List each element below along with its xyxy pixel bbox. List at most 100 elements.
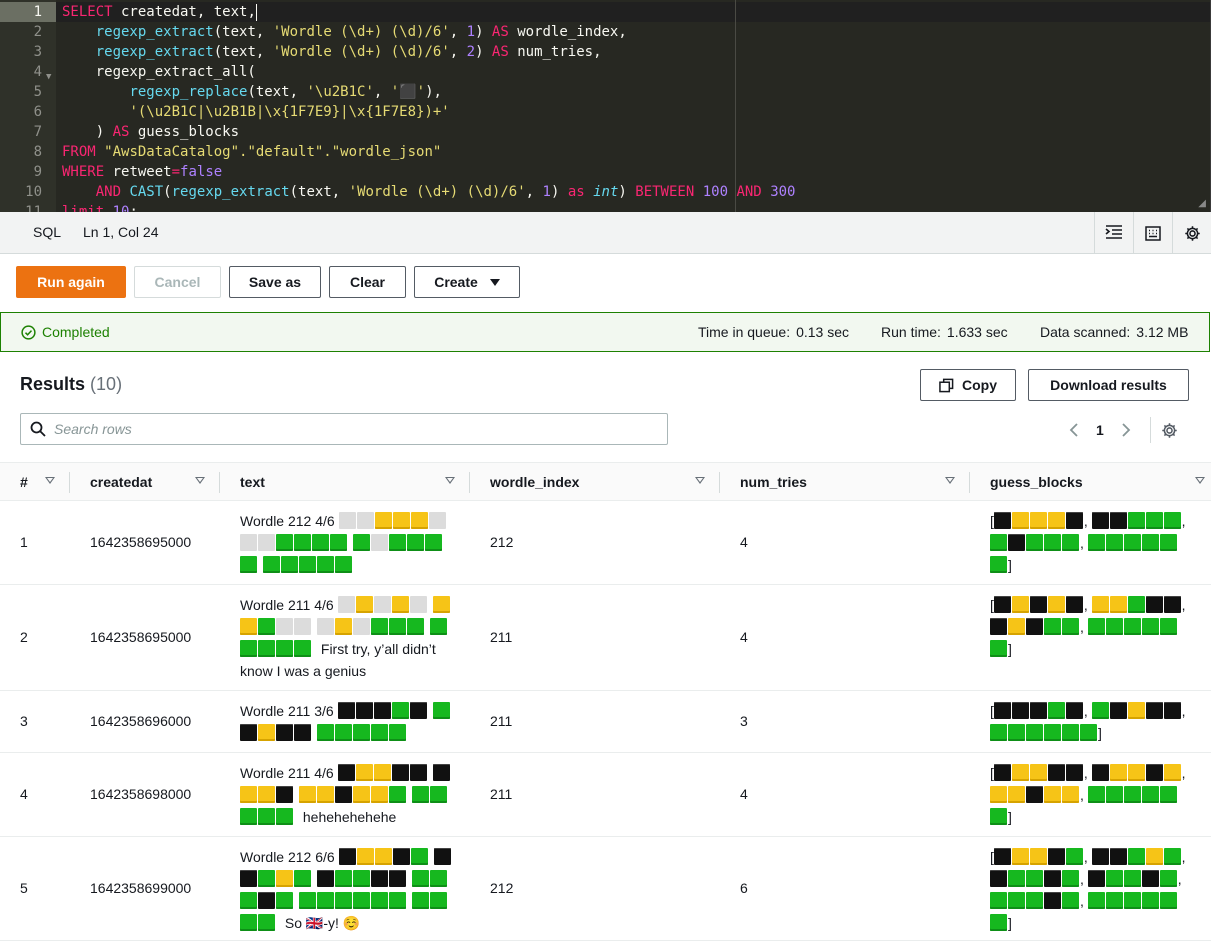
print-margin xyxy=(735,0,736,212)
clear-button[interactable]: Clear xyxy=(329,266,406,298)
column-divider[interactable] xyxy=(969,472,970,493)
current-page[interactable]: 1 xyxy=(1096,422,1104,438)
editor-code-area[interactable]: SELECT createdat, text, regexp_extract(t… xyxy=(56,0,1210,212)
wordle-square xyxy=(353,724,370,741)
wordle-square xyxy=(1062,892,1079,909)
wordle-square xyxy=(1159,786,1177,803)
column-header-text[interactable]: text xyxy=(240,463,265,502)
chevron-right-icon[interactable] xyxy=(1120,422,1132,438)
line-number: 4 ▼ xyxy=(0,62,56,82)
search-rows-field[interactable] xyxy=(20,413,668,445)
chevron-left-icon[interactable] xyxy=(1068,422,1080,438)
wordle-square xyxy=(990,618,1007,635)
cell-num_tries: 3 xyxy=(740,713,748,729)
cell-createdat: 1642358698000 xyxy=(90,786,192,802)
code-line[interactable]: regexp_replace(text, '\u2B1C', '⬛'), xyxy=(62,82,441,102)
resize-handle-icon[interactable]: ◢ xyxy=(1198,198,1206,209)
results-heading: Results (10) xyxy=(20,374,122,395)
wordle-square xyxy=(990,640,1007,657)
column-divider[interactable] xyxy=(469,472,470,493)
wordle-square xyxy=(1008,618,1025,635)
wordle-square xyxy=(317,618,334,635)
code-line[interactable]: FROM "AwsDataCatalog"."default"."wordle_… xyxy=(62,142,441,162)
wordle-square xyxy=(1145,702,1163,719)
cell-guess-blocks: [, , , ] xyxy=(990,596,1186,657)
sql-editor[interactable]: 1 2 3 4 ▼ 5 6 7 8 9 10 11 SELECT createdat, text, r… xyxy=(0,0,1211,212)
gear-icon[interactable] xyxy=(1161,422,1178,439)
wordle-square xyxy=(312,534,329,551)
code-line[interactable]: ) AS guess_blocks xyxy=(62,122,239,142)
table-row[interactable]: 4 1642358698000 211 4 Wordle 211 4/6 heheheh… xyxy=(0,753,1211,837)
table-row[interactable]: 1 1642358695000 212 4 Wordle 212 4/6 [, , , … xyxy=(0,501,1211,585)
wordle-square xyxy=(276,808,293,825)
save-as-button[interactable]: Save as xyxy=(229,266,321,298)
sort-icon[interactable] xyxy=(695,477,705,484)
search-input[interactable] xyxy=(54,421,644,437)
cancel-button[interactable]: Cancel xyxy=(134,266,221,298)
wordle-square xyxy=(425,534,442,551)
wordle-square xyxy=(353,786,370,803)
column-header-num-tries[interactable]: num_tries xyxy=(740,463,807,502)
wordle-square xyxy=(1127,512,1145,529)
code-line[interactable]: AND CAST(regexp_extract(text, 'Wordle (\… xyxy=(62,182,796,202)
data-scanned-value: 3.12 MB xyxy=(1136,324,1189,340)
code-line[interactable]: limit 10; xyxy=(62,202,138,212)
code-line[interactable]: SELECT createdat, text, xyxy=(56,2,1210,22)
editor-settings-button[interactable] xyxy=(1172,212,1211,254)
wordle-square xyxy=(294,534,311,551)
time-in-queue: Time in queue: 0.13 sec xyxy=(698,324,849,340)
wordle-square xyxy=(990,870,1007,887)
tweet-text: Wordle 212 4/6 xyxy=(240,513,339,529)
sort-icon[interactable] xyxy=(1195,477,1205,484)
code-line[interactable]: regexp_extract(text, 'Wordle (\d+) (\d)/… xyxy=(62,42,602,62)
gear-icon xyxy=(1184,225,1200,241)
code-line[interactable]: regexp_extract(text, 'Wordle (\d+) (\d)/… xyxy=(62,22,627,42)
cell-wordle_index: 212 xyxy=(490,880,514,896)
table-row[interactable]: 5 1642358699000 212 6 Wordle 212 6/6 So 🇬🇧-y… xyxy=(0,837,1211,941)
wordle-square xyxy=(373,764,391,781)
wordle-square xyxy=(1145,764,1163,781)
column-divider[interactable] xyxy=(219,472,220,493)
wordle-square xyxy=(337,702,355,719)
code-line[interactable]: WHERE retweet=false xyxy=(62,162,222,182)
keyboard-shortcuts-button[interactable] xyxy=(1133,212,1172,254)
column-header-guess-blocks[interactable]: guess_blocks xyxy=(990,463,1083,502)
column-divider[interactable] xyxy=(69,472,70,493)
copy-button[interactable]: Copy xyxy=(920,369,1016,401)
wordle-square xyxy=(299,786,316,803)
wordle-square xyxy=(1065,512,1083,529)
editor-gutter: 1 2 3 4 ▼ 5 6 7 8 9 10 11 xyxy=(0,0,56,212)
cell-num_tries: 6 xyxy=(740,880,748,896)
wordle-square xyxy=(1163,702,1181,719)
wordle-square xyxy=(993,764,1011,781)
code-line[interactable]: regexp_extract_all( xyxy=(62,62,256,82)
wordle-square xyxy=(1062,724,1079,741)
create-dropdown-button[interactable]: Create xyxy=(414,266,520,298)
line-number: 7 xyxy=(33,124,42,140)
sort-icon[interactable] xyxy=(45,477,55,484)
wordle-square xyxy=(430,618,447,635)
wordle-square xyxy=(335,556,352,573)
wordle-square xyxy=(1087,892,1105,909)
query-status-bar: Completed Time in queue: 0.13 sec Run tim… xyxy=(0,312,1210,352)
wordle-square xyxy=(1127,764,1145,781)
column-header-createdat[interactable]: createdat xyxy=(90,463,152,502)
run-again-button[interactable]: Run again xyxy=(16,266,126,298)
column-header-num[interactable]: # xyxy=(20,463,28,502)
wordle-square xyxy=(1047,848,1065,865)
wordle-square xyxy=(391,596,409,613)
download-results-button[interactable]: Download results xyxy=(1028,369,1189,401)
sort-icon[interactable] xyxy=(445,477,455,484)
tweet-text: Wordle 211 4/6 xyxy=(240,765,338,781)
cursor-position: Ln 1, Col 24 xyxy=(83,224,159,240)
column-header-wordle-index[interactable]: wordle_index xyxy=(490,463,579,502)
sort-icon[interactable] xyxy=(945,477,955,484)
table-row[interactable]: 2 1642358695000 211 4 Wordle 211 4/6 First t… xyxy=(0,585,1211,691)
code-line[interactable]: '(\u2B1C|\u2B1B|\x{1F7E9}|\x{1F7E8})+' xyxy=(62,102,449,122)
format-query-button[interactable] xyxy=(1094,212,1133,254)
line-number: 2 xyxy=(33,24,42,40)
wordle-square xyxy=(389,870,406,887)
column-divider[interactable] xyxy=(719,472,720,493)
table-row[interactable]: 3 1642358696000 211 3 Wordle 211 3/6 [, , ] xyxy=(0,691,1211,753)
sort-icon[interactable] xyxy=(195,477,205,484)
